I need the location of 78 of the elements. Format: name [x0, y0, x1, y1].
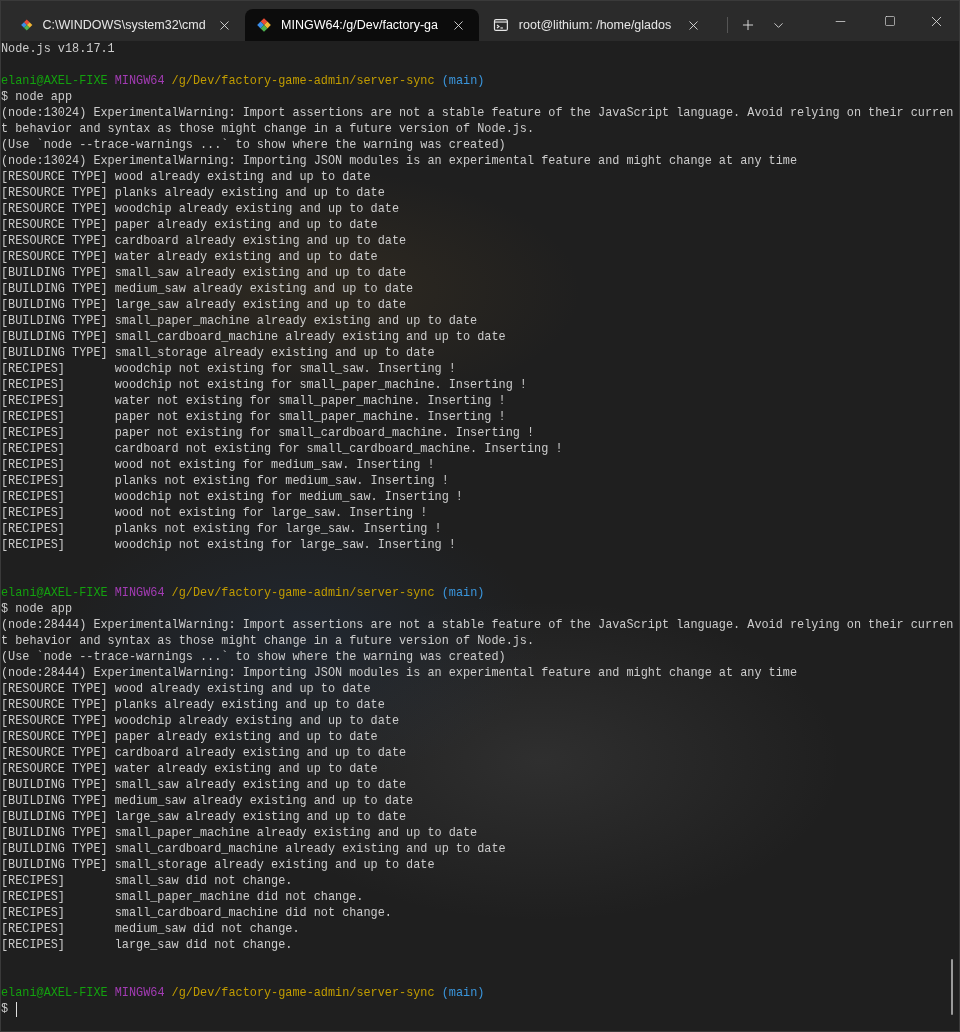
- terminal-line: (node:28444) ExperimentalWarning: Import assertions are not a stable feature of the JavaScript language. Avoid relying on their curren: [1, 617, 954, 633]
- terminal-line: [RECIPES] paper not existing for small_cardboard_machine. Inserting !: [1, 425, 535, 441]
- prompt-branch: (main): [441, 585, 485, 601]
- terminal-line: [RECIPES] woodchip not existing for large_saw. Inserting !: [1, 537, 456, 553]
- terminal-line: (node:13024) ExperimentalWarning: Import assertions are not a stable feature of the JavaScript language. Avoid relying on their curren: [1, 105, 954, 121]
- tab-title: C:\WINDOWS\system32\cmd: [42, 18, 206, 32]
- terminal-line: [RECIPES] large_saw did not change.: [1, 937, 293, 953]
- prompt-branch: (main): [441, 985, 485, 1001]
- prompt-path: /g/Dev/factory-game-admin/server-sync: [171, 985, 435, 1001]
- terminal-line: [RECIPES] woodchip not existing for small_paper_machine. Inserting !: [1, 377, 527, 393]
- terminal-line: [BUILDING TYPE] small_cardboard_machine already existing and up to date: [1, 329, 506, 345]
- terminal-line: [RECIPES] small_paper_machine did not change.: [1, 889, 364, 905]
- terminal-tab[interactable]: MINGW64:/g/Dev/factory-ga: [245, 9, 479, 41]
- diamond-icon: [257, 17, 271, 33]
- terminal-line: [RECIPES] cardboard not existing for small_cardboard_machine. Inserting !: [1, 441, 563, 457]
- terminal-line: (node:28444) ExperimentalWarning: Importing JSON modules is an experimental feature and might change at any time: [1, 665, 798, 681]
- terminal-line: [RECIPES] planks not existing for large_saw. Inserting !: [1, 521, 442, 537]
- terminal-line: Node.js v18.17.1: [1, 41, 115, 57]
- terminal-line: [RESOURCE TYPE] cardboard already existing and up to date: [1, 233, 407, 249]
- terminal-line: [BUILDING TYPE] small_saw already existing and up to date: [1, 265, 407, 281]
- prompt-user: elani@AXEL-FIXE: [1, 985, 108, 1001]
- terminal-line: [RESOURCE TYPE] water already existing and up to date: [1, 249, 378, 265]
- terminal-line: [RECIPES] paper not existing for small_paper_machine. Inserting !: [1, 409, 506, 425]
- prompt-user: elani@AXEL-FIXE: [1, 585, 108, 601]
- command-text: node app: [15, 89, 73, 105]
- terminal-line: [BUILDING TYPE] large_saw already existing and up to date: [1, 297, 407, 313]
- terminal-line: t behavior and syntax as those might change in a future version of Node.js.: [1, 121, 535, 137]
- terminal-line: (Use `node --trace-warnings ...` to show where the warning was created): [1, 137, 506, 153]
- terminal-line: [BUILDING TYPE] small_saw already existing and up to date: [1, 777, 407, 793]
- prompt-shell: MINGW64: [114, 585, 165, 601]
- terminal-line: [BUILDING TYPE] small_storage already existing and up to date: [1, 345, 435, 361]
- terminal-line: [RESOURCE TYPE] woodchip already existing and up to date: [1, 201, 399, 217]
- terminal-line: [RECIPES] small_cardboard_machine did not change.: [1, 905, 392, 921]
- prompt-path: /g/Dev/factory-game-admin/server-sync: [171, 585, 435, 601]
- terminal-line: [RESOURCE TYPE] woodchip already existing and up to date: [1, 713, 399, 729]
- terminal-tab[interactable]: C:\WINDOWS\system32\cmd: [9, 9, 243, 41]
- prompt-user: elani@AXEL-FIXE: [1, 73, 108, 89]
- terminal-line: [RECIPES] medium_saw did not change.: [1, 921, 300, 937]
- terminal-line: [RECIPES] water not existing for small_paper_machine. Inserting !: [1, 393, 506, 409]
- prompt-symbol: $: [1, 601, 9, 617]
- terminal-line: [RECIPES] planks not existing for medium_saw. Inserting !: [1, 473, 449, 489]
- terminal-line: [BUILDING TYPE] medium_saw already existing and up to date: [1, 281, 414, 297]
- prompt-shell: MINGW64: [114, 985, 165, 1001]
- text-cursor: [16, 1002, 18, 1017]
- terminal-line: [RESOURCE TYPE] wood already existing and up to date: [1, 681, 371, 697]
- terminal-line: [RESOURCE TYPE] water already existing and up to date: [1, 761, 378, 777]
- terminal-line: [RESOURCE TYPE] planks already existing and up to date: [1, 185, 385, 201]
- tab-title: root@lithium: /home/glados: [518, 18, 672, 32]
- terminal-line: [BUILDING TYPE] large_saw already existing and up to date: [1, 809, 407, 825]
- command-text: node app: [15, 601, 73, 617]
- terminal-line: [RECIPES] wood not existing for medium_saw. Inserting !: [1, 457, 435, 473]
- terminal-line: [RECIPES] woodchip not existing for medium_saw. Inserting !: [1, 489, 463, 505]
- prompt-symbol: $: [1, 1001, 9, 1017]
- tab-title: MINGW64:/g/Dev/factory-ga: [281, 18, 438, 32]
- terminal-line: [BUILDING TYPE] medium_saw already existing and up to date: [1, 793, 414, 809]
- terminal-line: [RESOURCE TYPE] planks already existing and up to date: [1, 697, 385, 713]
- prompt-branch: (main): [441, 73, 485, 89]
- terminal-line: [RESOURCE TYPE] paper already existing and up to date: [1, 729, 378, 745]
- terminal-tab[interactable]: root@lithium: /home/glados: [481, 9, 715, 41]
- terminal-line: t behavior and syntax as those might change in a future version of Node.js.: [1, 633, 535, 649]
- prompt-path: /g/Dev/factory-game-admin/server-sync: [171, 73, 435, 89]
- terminal-window-icon: [493, 17, 509, 33]
- terminal-line: [RECIPES] small_saw did not change.: [1, 873, 293, 889]
- terminal-line: [RESOURCE TYPE] wood already existing and up to date: [1, 169, 371, 185]
- terminal-line: [RESOURCE TYPE] paper already existing and up to date: [1, 217, 378, 233]
- terminal-line: [BUILDING TYPE] small_cardboard_machine already existing and up to date: [1, 841, 506, 857]
- terminal-line: [BUILDING TYPE] small_paper_machine already existing and up to date: [1, 313, 478, 329]
- terminal-line: [BUILDING TYPE] small_paper_machine already existing and up to date: [1, 825, 478, 841]
- terminal-line: [RECIPES] wood not existing for large_saw. Inserting !: [1, 505, 428, 521]
- terminal-line: (Use `node --trace-warnings ...` to show where the warning was created): [1, 649, 506, 665]
- prompt-shell: MINGW64: [114, 73, 165, 89]
- terminal-line: [RESOURCE TYPE] cardboard already existing and up to date: [1, 745, 407, 761]
- prompt-symbol: $: [1, 89, 9, 105]
- terminal-line: [BUILDING TYPE] small_storage already existing and up to date: [1, 857, 435, 873]
- terminal-line: (node:13024) ExperimentalWarning: Importing JSON modules is an experimental feature and might change at any time: [1, 153, 798, 169]
- scrollbar[interactable]: [951, 959, 953, 1015]
- diamond-icon: [21, 17, 33, 33]
- terminal-line: [RECIPES] woodchip not existing for small_saw. Inserting !: [1, 361, 456, 377]
